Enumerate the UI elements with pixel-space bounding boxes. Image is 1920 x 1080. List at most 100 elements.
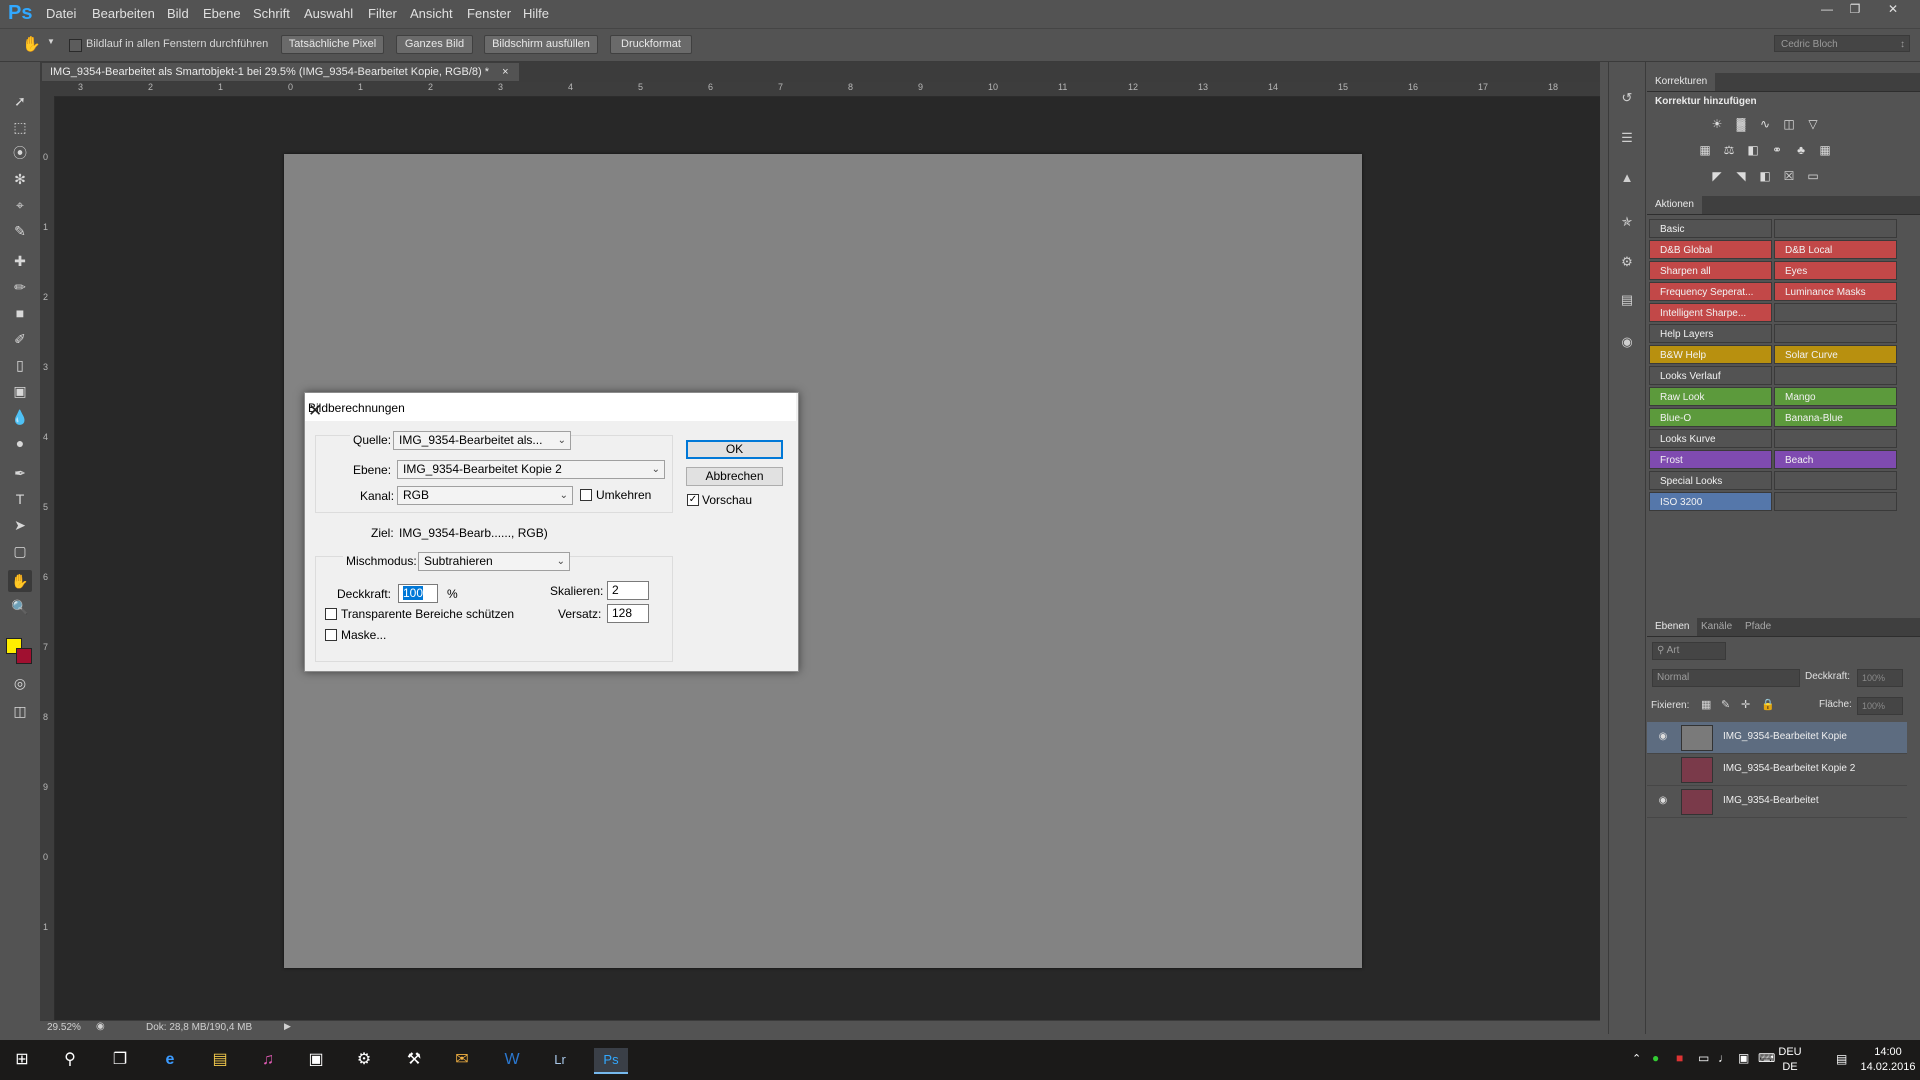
- libraries-panel-icon[interactable]: ▤: [1617, 290, 1637, 310]
- eyedropper-tool-icon[interactable]: ✎: [8, 220, 32, 242]
- type-tool-icon[interactable]: T: [8, 488, 32, 510]
- menu-ansicht[interactable]: Ansicht: [410, 6, 453, 21]
- hue-saturation-icon[interactable]: ▦: [1696, 142, 1714, 158]
- menu-bild[interactable]: Bild: [167, 6, 189, 21]
- minimize-icon[interactable]: —: [1814, 0, 1840, 18]
- menu-schrift[interactable]: Schrift: [253, 6, 290, 21]
- channel-select[interactable]: RGB ⌄: [397, 486, 573, 505]
- selective-color-icon[interactable]: ☒: [1780, 168, 1798, 184]
- word-icon[interactable]: W: [498, 1048, 526, 1072]
- offset-input[interactable]: 128: [607, 604, 649, 623]
- lightroom-icon[interactable]: Lr: [546, 1048, 574, 1072]
- blend-mode-select[interactable]: Normal: [1652, 669, 1800, 687]
- pen-tool-icon[interactable]: ✒: [8, 462, 32, 484]
- action-button[interactable]: B&W Help: [1649, 345, 1772, 364]
- eye-icon[interactable]: ◉: [1656, 795, 1670, 807]
- brush-presets-icon[interactable]: ✯: [1617, 212, 1637, 232]
- cancel-button[interactable]: Abbrechen: [686, 467, 783, 486]
- action-button[interactable]: Intelligent Sharpe...: [1649, 303, 1772, 322]
- mask-checkbox[interactable]: [325, 629, 337, 641]
- menu-bearbeiten[interactable]: Bearbeiten: [92, 6, 155, 21]
- task-view-icon[interactable]: ❐: [106, 1048, 134, 1072]
- zoom-level[interactable]: 29.52%: [47, 1022, 81, 1033]
- restore-icon[interactable]: ❐: [1842, 0, 1868, 18]
- invert-checkbox[interactable]: [580, 489, 592, 501]
- tray-app-icon[interactable]: ●: [1652, 1051, 1659, 1065]
- dodge-tool-icon[interactable]: ●: [8, 432, 32, 454]
- action-button[interactable]: Looks Verlauf: [1649, 366, 1772, 385]
- action-button[interactable]: ISO 3200: [1649, 492, 1772, 511]
- action-button[interactable]: Eyes: [1774, 261, 1897, 280]
- file-explorer-icon[interactable]: ▤: [206, 1048, 234, 1072]
- opacity-input[interactable]: 100: [398, 584, 438, 603]
- notifications-icon[interactable]: ▤: [1836, 1052, 1847, 1066]
- close-icon[interactable]: ✕: [308, 401, 788, 421]
- action-button[interactable]: [1774, 219, 1897, 238]
- action-button[interactable]: [1774, 471, 1897, 490]
- levels-icon[interactable]: ▓: [1732, 116, 1750, 132]
- action-button[interactable]: Looks Kurve: [1649, 429, 1772, 448]
- invert-icon[interactable]: ◤: [1708, 168, 1726, 184]
- gradient-map-icon[interactable]: ▭: [1804, 168, 1822, 184]
- lasso-tool-icon[interactable]: ⦿: [8, 142, 32, 164]
- tray-adobe-icon[interactable]: ■: [1676, 1051, 1683, 1065]
- tab-layers[interactable]: Ebenen: [1647, 618, 1698, 636]
- menu-filter[interactable]: Filter: [368, 6, 397, 21]
- actual-pixels-button[interactable]: Tatsächliche Pixel: [281, 35, 384, 54]
- tools-icon[interactable]: ⚒: [400, 1048, 428, 1072]
- action-button[interactable]: Sharpen all: [1649, 261, 1772, 280]
- lock-position-icon[interactable]: ✛: [1741, 698, 1750, 711]
- action-button[interactable]: Blue-O: [1649, 408, 1772, 427]
- exposure-icon[interactable]: ◫: [1780, 116, 1798, 132]
- hand-tool-icon[interactable]: ✋: [8, 570, 32, 592]
- kuler-panel-icon[interactable]: ◉: [1617, 332, 1637, 352]
- close-tab-icon[interactable]: ×: [502, 66, 508, 78]
- blend-mode-dialog-select[interactable]: Subtrahieren ⌄: [418, 552, 570, 571]
- action-button[interactable]: [1774, 492, 1897, 511]
- action-button[interactable]: Raw Look: [1649, 387, 1772, 406]
- status-info-icon[interactable]: ◉: [96, 1021, 105, 1032]
- histogram-panel-icon[interactable]: ▲: [1617, 168, 1637, 188]
- black-white-icon[interactable]: ◧: [1744, 142, 1762, 158]
- hand-tool-icon[interactable]: ✋: [22, 35, 41, 53]
- vibrance-icon[interactable]: ▽: [1804, 116, 1822, 132]
- zoom-tool-icon[interactable]: 🔍: [8, 596, 32, 618]
- scale-input[interactable]: 2: [607, 581, 649, 600]
- photoshop-taskbar-icon[interactable]: Ps: [594, 1048, 628, 1074]
- store-icon[interactable]: ▣: [302, 1048, 330, 1072]
- action-button[interactable]: Help Layers: [1649, 324, 1772, 343]
- action-button[interactable]: [1774, 366, 1897, 385]
- document-tab[interactable]: IMG_9354-Bearbeitet als Smartobjekt-1 be…: [42, 63, 519, 81]
- channel-mixer-icon[interactable]: ♣: [1792, 142, 1810, 158]
- action-button[interactable]: Frost: [1649, 450, 1772, 469]
- tab-corrections[interactable]: Korrekturen: [1647, 73, 1716, 91]
- brightness-icon[interactable]: ☀: [1708, 116, 1726, 132]
- windows-start-icon[interactable]: ⊞: [8, 1048, 36, 1072]
- fit-screen-button[interactable]: Ganzes Bild: [396, 35, 473, 54]
- layer-row[interactable]: ◉ IMG_9354-Bearbeitet Kopie: [1647, 722, 1907, 754]
- protect-transparency-checkbox[interactable]: [325, 608, 337, 620]
- status-arrow-icon[interactable]: ▶: [284, 1021, 291, 1032]
- clone-stamp-tool-icon[interactable]: ■: [8, 302, 32, 324]
- steam-icon[interactable]: ⚙: [350, 1048, 378, 1072]
- quick-mask-icon[interactable]: ◎: [8, 672, 32, 694]
- fill-field[interactable]: 100%: [1857, 697, 1903, 715]
- action-button[interactable]: Beach: [1774, 450, 1897, 469]
- lock-all-icon[interactable]: 🔒: [1761, 698, 1775, 711]
- color-lookup-icon[interactable]: ▦: [1816, 142, 1834, 158]
- threshold-icon[interactable]: ◧: [1756, 168, 1774, 184]
- fill-screen-button[interactable]: Bildschirm ausfüllen: [484, 35, 598, 54]
- tray-battery-icon[interactable]: ▭: [1698, 1051, 1709, 1065]
- edge-browser-icon[interactable]: e: [156, 1048, 184, 1072]
- move-tool-icon[interactable]: ➚: [8, 90, 32, 112]
- blur-tool-icon[interactable]: 💧: [8, 406, 32, 428]
- action-button[interactable]: Basic: [1649, 219, 1772, 238]
- action-button[interactable]: Special Looks: [1649, 471, 1772, 490]
- action-button[interactable]: [1774, 429, 1897, 448]
- tab-actions[interactable]: Aktionen: [1647, 196, 1702, 214]
- menu-fenster[interactable]: Fenster: [467, 6, 511, 21]
- action-button[interactable]: Luminance Masks: [1774, 282, 1897, 301]
- properties-panel-icon[interactable]: ☰: [1617, 128, 1637, 148]
- tab-paths[interactable]: Pfade: [1737, 618, 1779, 636]
- tray-keyboard-icon[interactable]: ⌨: [1758, 1051, 1775, 1065]
